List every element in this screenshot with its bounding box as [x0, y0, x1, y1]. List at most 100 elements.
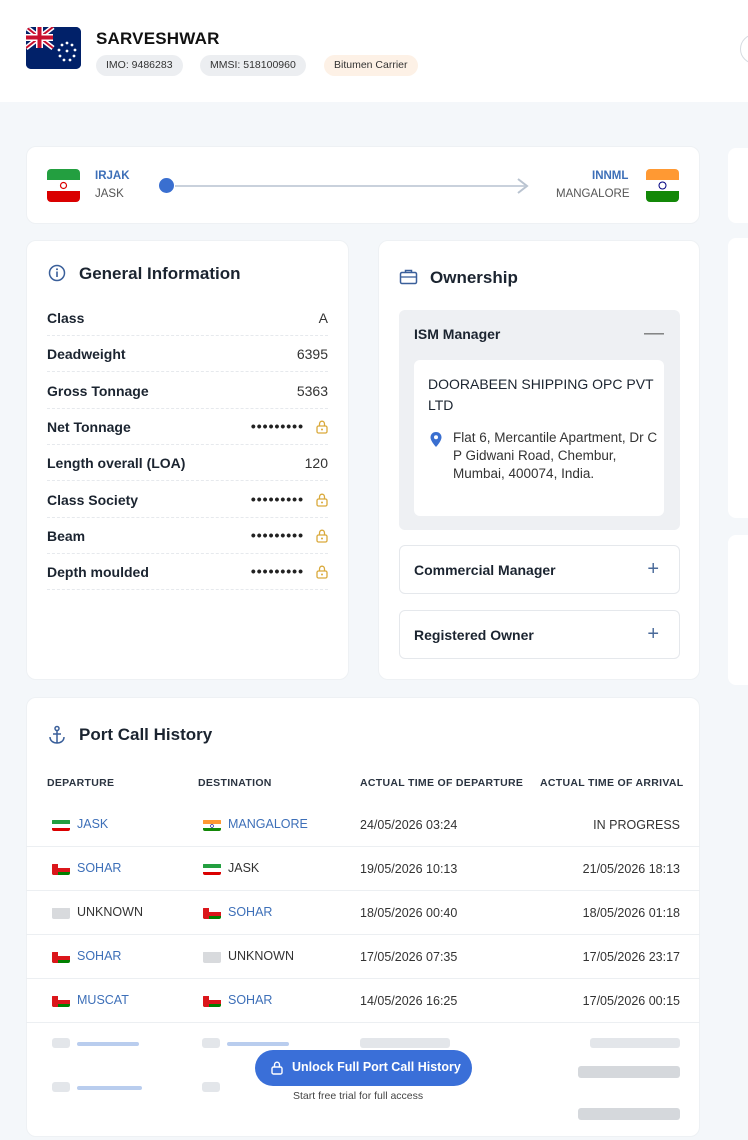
destination-port-code[interactable]: INNML [592, 170, 628, 182]
col-destination: DESTINATION [198, 777, 272, 789]
departure-time: 18/05/2026 00:40 [360, 906, 458, 920]
arrival-time: 18/05/2026 01:18 [582, 906, 680, 920]
port-call-title: Port Call History [79, 725, 213, 744]
lock-icon [271, 1061, 283, 1075]
info-label: Class [47, 310, 85, 326]
locked-value: ••••••••• [250, 563, 304, 580]
trial-note: Start free trial for full access [293, 1090, 424, 1102]
origin-port-code[interactable]: IRJAK [95, 170, 130, 182]
info-label: Net Tonnage [47, 418, 131, 435]
briefcase-icon [399, 269, 418, 285]
destination-port-name: MANGALORE [556, 188, 630, 200]
arrival-time: 21/05/2026 18:13 [582, 862, 680, 876]
locked-value: ••••••••• [250, 490, 304, 507]
commercial-manager-label: Commercial Manager [414, 562, 556, 578]
info-label: Gross Tonnage [47, 382, 149, 399]
info-label: Deadweight [47, 346, 126, 363]
info-row: Net Tonnage ••••••••• [47, 409, 328, 445]
lock-icon[interactable] [316, 529, 328, 543]
registered-owner-accordion[interactable]: Registered Owner + [399, 610, 680, 659]
info-row: Depth moulded ••••••••• [47, 554, 328, 591]
vessel-header: SARVESHWAR IMO: 9486283 MMSI: 518100960 … [0, 0, 748, 102]
lock-icon[interactable] [316, 493, 328, 507]
arrival-time: 17/05/2026 00:15 [582, 994, 680, 1008]
info-value: 6395 [296, 346, 328, 363]
arrival-time: 17/05/2026 23:17 [582, 950, 680, 964]
table-row: MUSCAT SOHAR 14/05/2026 16:25 17/05/2026 00… [26, 979, 700, 1023]
info-label: Beam [47, 527, 86, 544]
action-button[interactable] [740, 34, 748, 64]
unlock-history-label: Unlock Full Port Call History [292, 1060, 461, 1074]
route-progress-line [175, 185, 525, 187]
locked-value: ••••••••• [250, 417, 304, 434]
info-label: Depth moulded [47, 564, 149, 581]
side-panel-edge [728, 148, 748, 223]
origin-port-name: JASK [95, 188, 124, 200]
expand-icon[interactable]: + [647, 623, 659, 646]
vessel-position-dot [159, 178, 174, 193]
lock-icon[interactable] [316, 420, 328, 434]
arrival-time: IN PROGRESS [593, 818, 680, 832]
unlock-history-button[interactable]: Unlock Full Port Call History [255, 1050, 472, 1086]
departure-port[interactable]: SOHAR [77, 861, 121, 875]
departure-port[interactable]: JASK [77, 817, 108, 831]
arrow-right-icon [517, 178, 529, 194]
info-value: 5363 [296, 382, 328, 399]
table-row: JASK MANGALORE 24/05/2026 03:24 IN PROGRESS [26, 803, 700, 847]
unknown-flag-icon [52, 907, 70, 919]
departure-time: 24/05/2026 03:24 [360, 818, 458, 832]
info-value: A [318, 310, 328, 326]
side-panel-edge [728, 238, 748, 518]
iran-flag-icon [47, 169, 80, 202]
col-atd: ACTUAL TIME OF DEPARTURE [360, 777, 524, 789]
general-info-title: General Information [79, 264, 241, 283]
oman-flag-icon [203, 995, 221, 1007]
departure-time: 19/05/2026 10:13 [360, 862, 458, 876]
table-row: SOHAR JASK 19/05/2026 10:13 21/05/2026 18:1… [26, 847, 700, 891]
map-pin-icon [430, 432, 442, 447]
mmsi-badge: MMSI: 518100960 [200, 55, 306, 76]
lock-icon[interactable] [316, 565, 328, 579]
destination-port: JASK [228, 861, 260, 875]
departure-time: 17/05/2026 07:35 [360, 950, 458, 964]
imo-badge: IMO: 9486283 [96, 55, 183, 76]
ism-company-name: DOORABEEN SHIPPING OPC PVT LTD [428, 376, 654, 413]
india-flag-icon [203, 819, 221, 831]
commercial-manager-accordion[interactable]: Commercial Manager + [399, 545, 680, 594]
info-value: 120 [304, 455, 328, 472]
oman-flag-icon [203, 907, 221, 919]
ownership-title: Ownership [430, 268, 518, 287]
collapse-icon[interactable]: — [644, 322, 664, 345]
registered-owner-label: Registered Owner [414, 627, 534, 643]
side-panel-edge [728, 535, 748, 685]
vessel-name: SARVESHWAR [96, 29, 220, 48]
iran-flag-icon [52, 819, 70, 831]
info-row: Beam ••••••••• [47, 518, 328, 554]
ism-manager-label: ISM Manager [414, 326, 501, 342]
india-flag-icon [646, 169, 679, 202]
anchor-icon [49, 725, 65, 744]
col-ata: ACTUAL TIME OF ARRIVAL [540, 777, 684, 789]
table-row: SOHAR UNKNOWN 17/05/2026 07:35 17/05/2026 2… [26, 935, 700, 979]
cook-islands-flag-icon [26, 27, 81, 69]
table-row: UNKNOWN SOHAR 18/05/2026 00:40 18/05/2026 0… [26, 891, 700, 935]
info-label: Class Society [47, 491, 139, 508]
departure-time: 14/05/2026 16:25 [360, 994, 458, 1008]
info-row: Deadweight 6395 [47, 336, 328, 373]
oman-flag-icon [52, 995, 70, 1007]
vessel-type-badge: Bitumen Carrier [324, 55, 418, 76]
destination-port[interactable]: SOHAR [228, 905, 272, 919]
info-row: Class A [47, 300, 328, 336]
destination-port[interactable]: SOHAR [228, 993, 272, 1007]
ism-company-address: Flat 6, Mercantile Apartment, Dr C P Gid… [453, 430, 658, 481]
departure-port[interactable]: SOHAR [77, 949, 121, 963]
expand-icon[interactable]: + [647, 558, 659, 581]
info-row: Length overall (LOA) 120 [47, 445, 328, 482]
destination-port[interactable]: MANGALORE [228, 817, 308, 831]
iran-flag-icon [203, 863, 221, 875]
info-icon [48, 264, 66, 282]
unknown-flag-icon [203, 951, 221, 963]
destination-port: UNKNOWN [228, 949, 294, 963]
departure-port[interactable]: MUSCAT [77, 993, 129, 1007]
info-row: Gross Tonnage 5363 [47, 373, 328, 409]
